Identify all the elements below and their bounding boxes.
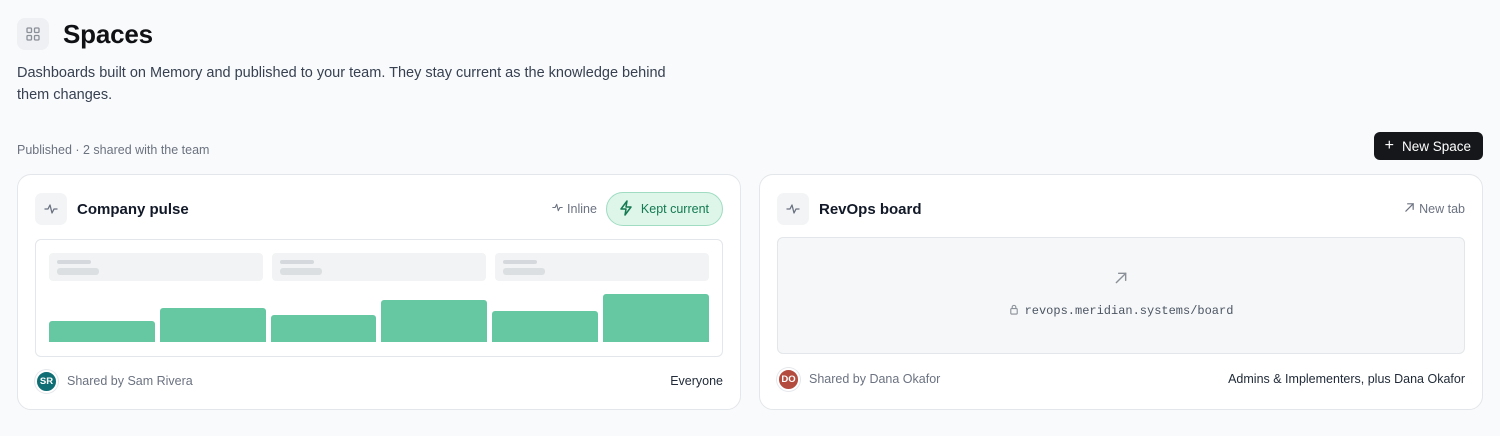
space-card-revops-board[interactable]: RevOps board New tab revops.meridian.sys…	[759, 174, 1483, 410]
space-title[interactable]: RevOps board	[819, 201, 922, 218]
open-new-tab-link[interactable]: New tab	[1404, 202, 1465, 216]
space-url: revops.meridian.systems/board	[1024, 304, 1234, 318]
lightning-icon	[619, 199, 633, 219]
card-footer: SR Shared by Sam Rivera Everyone	[35, 369, 723, 393]
space-card-company-pulse[interactable]: Company pulse Inline Kept current SR Sha…	[17, 174, 741, 410]
new-space-button[interactable]: + New Space	[1373, 132, 1483, 160]
bar-preview	[49, 294, 709, 342]
url-row: revops.meridian.systems/board	[1009, 302, 1234, 320]
spaces-page: Spaces Dashboards built on Memory and pu…	[0, 0, 1500, 436]
audience-text: Admins & Implementers, plus Dana Okafor	[1228, 372, 1465, 386]
new-space-label: New Space	[1401, 138, 1471, 154]
avatar: SR	[35, 369, 58, 393]
pulse-icon	[777, 193, 809, 225]
preview-bar	[381, 300, 488, 342]
external-link-preview[interactable]: revops.meridian.systems/board	[777, 237, 1465, 354]
dashboard-preview[interactable]	[35, 239, 723, 357]
kpi-placeholder	[49, 253, 263, 281]
preview-bar	[492, 311, 599, 342]
kept-current-label: Kept current	[640, 202, 709, 216]
display-mode-label: Inline	[567, 202, 597, 216]
avatar: DO	[777, 367, 800, 391]
page-description: Dashboards built on Memory and published…	[17, 65, 666, 103]
preview-bar	[603, 294, 709, 342]
pulse-icon	[35, 193, 67, 225]
external-arrow-icon	[1114, 271, 1128, 290]
card-header-meta: Inline Kept current	[552, 192, 723, 226]
display-mode-tag: Inline	[552, 202, 597, 216]
pulse-icon	[552, 202, 563, 216]
preview-bar	[270, 315, 377, 342]
card-header-meta: New tab	[1404, 202, 1465, 216]
plus-icon: +	[1384, 137, 1394, 154]
shared-by-text: Shared by Dana Okafor	[809, 372, 941, 386]
lock-icon	[1009, 302, 1019, 320]
audience-text: Everyone	[670, 374, 723, 388]
external-arrow-icon	[1404, 202, 1415, 216]
kpi-row	[49, 253, 709, 281]
published-summary: Published · 2 shared with the team	[17, 143, 210, 157]
space-title[interactable]: Company pulse	[77, 201, 189, 218]
card-header: RevOps board New tab	[777, 192, 1465, 226]
preview-bar	[159, 308, 266, 342]
display-mode-label: New tab	[1419, 202, 1465, 216]
page-header: Spaces	[17, 18, 153, 50]
kept-current-badge[interactable]: Kept current	[605, 192, 723, 226]
preview-bar	[49, 321, 155, 342]
grid-icon	[17, 18, 49, 50]
card-header: Company pulse Inline Kept current	[35, 192, 723, 226]
card-footer: DO Shared by Dana Okafor Admins & Implem…	[777, 367, 1465, 391]
kpi-placeholder	[272, 253, 486, 281]
kpi-placeholder	[495, 253, 709, 281]
shared-by-text: Shared by Sam Rivera	[67, 374, 193, 388]
page-title: Spaces	[63, 18, 153, 49]
